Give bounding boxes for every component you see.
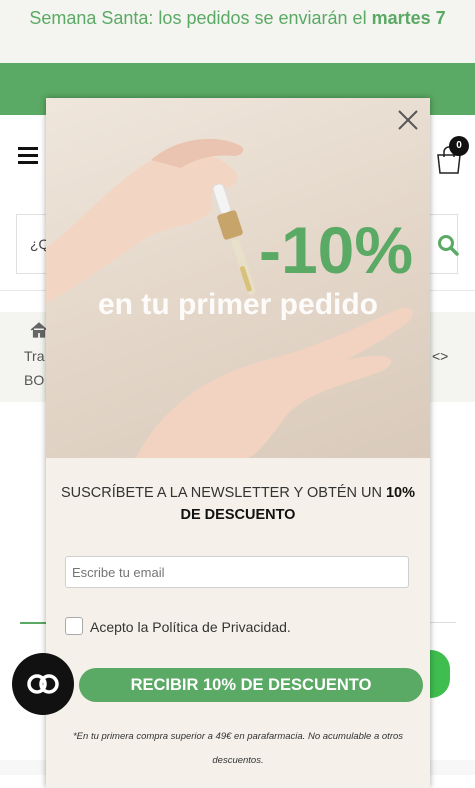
privacy-label: Acepto la Política de Privacidad. <box>90 619 291 635</box>
fine-print: *En tu primera compra superior a 49€ en … <box>72 731 404 766</box>
hero-discount: -10% <box>259 213 413 287</box>
chat-button[interactable] <box>12 653 74 715</box>
breadcrumb-item[interactable]: Tra <box>24 348 44 364</box>
newsletter-text-main: SUSCRÍBETE A LA NEWSLETTER Y OBTÉN UN <box>60 485 386 501</box>
announcement-text: Semana Santa: los pedidos se enviarán el <box>29 8 372 28</box>
newsletter-text: SUSCRÍBETE A LA NEWSLETTER Y OBTÉN UN 10… <box>56 482 420 526</box>
close-icon[interactable] <box>396 108 420 132</box>
hamburger-icon[interactable] <box>18 147 38 164</box>
chat-icon <box>27 674 59 694</box>
newsletter-modal: -10% en tu primer pedido SUSCRÍBETE A LA… <box>46 98 430 788</box>
hero-tagline: en tu primer pedido <box>98 288 378 321</box>
product-nav-arrows[interactable]: <> <box>432 348 448 364</box>
get-discount-button[interactable]: RECIBIR 10% DE DESCUENTO <box>79 668 423 702</box>
email-field[interactable] <box>65 556 409 588</box>
announcement-bar: Semana Santa: los pedidos se enviarán el… <box>0 0 475 63</box>
cart-count-badge: 0 <box>449 136 469 156</box>
privacy-checkbox[interactable] <box>65 617 83 635</box>
announcement-highlight: martes 7 <box>371 8 446 28</box>
search-icon[interactable] <box>437 234 459 261</box>
promo-image: -10% en tu primer pedido <box>46 98 430 458</box>
breadcrumb-item[interactable]: BO <box>24 372 44 388</box>
